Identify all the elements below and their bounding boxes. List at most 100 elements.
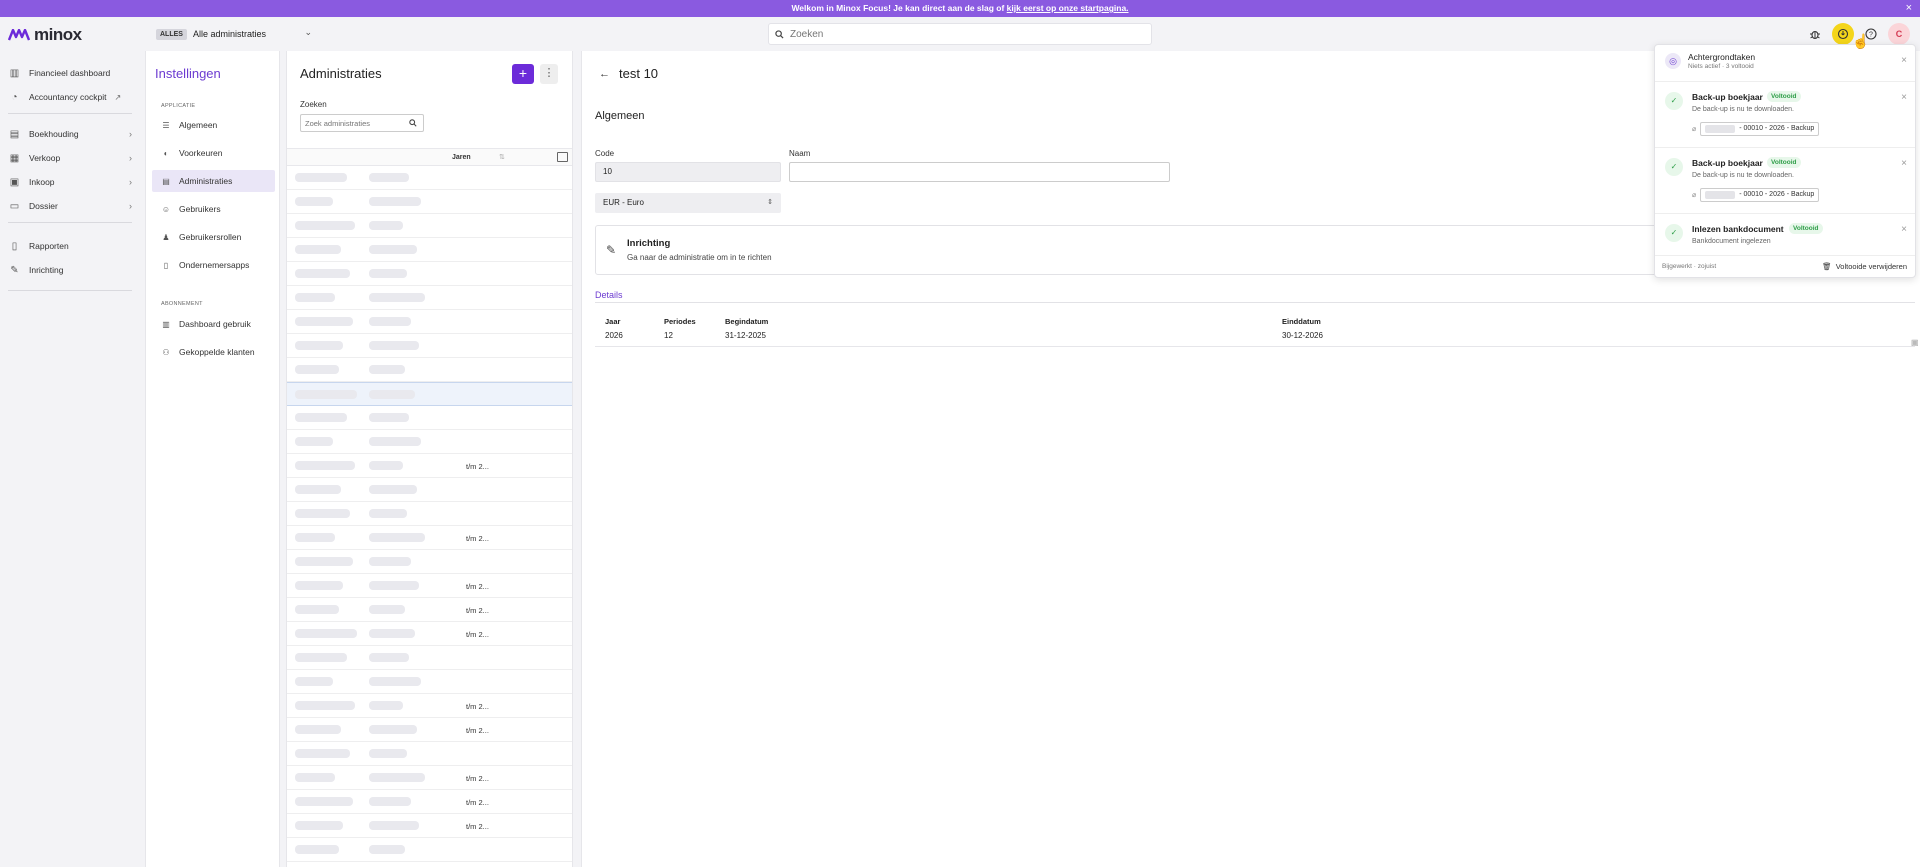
tab-details[interactable]: Details	[595, 290, 623, 300]
download-file-chip[interactable]: - 00010 - 2026 - Backup	[1700, 122, 1820, 136]
table-row[interactable]	[287, 478, 572, 502]
app-logo[interactable]: minox	[8, 25, 82, 45]
settings-item-voorkeuren[interactable]: ◐ Voorkeuren	[152, 142, 275, 164]
administration-years: t/m 2...	[466, 534, 489, 543]
column-header-jaren[interactable]: Jaren	[452, 154, 471, 161]
check-icon: ✓	[1665, 224, 1683, 242]
table-row[interactable]	[287, 502, 572, 526]
settings-item-gekoppelde-klanten[interactable]: ⚇ Gekoppelde klanten	[152, 341, 275, 363]
table-row[interactable]: t/m 2...	[287, 694, 572, 718]
code-label: Code	[595, 149, 615, 158]
add-administration-button[interactable]: +	[512, 64, 534, 84]
detail-title: test 10	[619, 66, 659, 81]
table-row[interactable]: t/m 2...	[287, 526, 572, 550]
table-row[interactable]: t/m 2...	[287, 622, 572, 646]
clear-completed-label: Voltooide verwijderen	[1835, 262, 1907, 271]
settings-item-label: Algemeen	[179, 120, 218, 130]
table-row[interactable]	[287, 646, 572, 670]
nav-item-boekhouding[interactable]: ▤ Boekhouding ›	[8, 126, 132, 142]
banner-link[interactable]: kijk eerst op onze startpagina.	[1007, 3, 1129, 13]
cart-icon: ▣	[9, 176, 20, 188]
table-row[interactable]	[287, 190, 572, 214]
background-tasks-icon[interactable]	[1832, 23, 1854, 45]
back-arrow-icon[interactable]: ←	[599, 68, 610, 80]
name-field[interactable]	[789, 162, 1170, 182]
table-row[interactable]	[287, 838, 572, 862]
table-header: Jaren ⇅	[287, 148, 572, 166]
table-row[interactable]: t/m 2...	[287, 574, 572, 598]
nav-item-verkoop[interactable]: ▦ Verkoop ›	[8, 150, 132, 166]
table-row[interactable]	[287, 214, 572, 238]
table-row[interactable]: t/m 2...	[287, 766, 572, 790]
settings-item-label: Administraties	[179, 176, 233, 186]
column-selector-icon[interactable]	[557, 152, 568, 162]
code-field[interactable]: 10	[595, 162, 781, 182]
more-options-button[interactable]: ⋮	[540, 64, 558, 84]
section-label-applicatie: APPLICATIE	[161, 103, 196, 109]
user-avatar[interactable]: C	[1888, 23, 1910, 45]
table-row[interactable]	[287, 238, 572, 262]
table-row[interactable]	[287, 358, 572, 382]
settings-item-algemeen[interactable]: ☰ Algemeen	[152, 114, 275, 136]
nav-item-financieel-dashboard[interactable]: ▥ Financieel dashboard	[8, 65, 132, 81]
settings-item-gebruikersrollen[interactable]: ♟ Gebruikersrollen	[152, 226, 275, 248]
dismiss-task-icon[interactable]: ×	[1901, 158, 1907, 169]
administration-name	[369, 845, 405, 854]
table-row[interactable]	[287, 310, 572, 334]
table-row[interactable]	[287, 382, 572, 406]
table-row[interactable]: t/m 2...	[287, 790, 572, 814]
table-row[interactable]	[287, 334, 572, 358]
nav-item-accountancy-cockpit[interactable]: ◔ Accountancy cockpit ↗	[8, 89, 132, 105]
settings-item-gebruikers[interactable]: ☺ Gebruikers	[152, 198, 275, 220]
nav-item-dossier[interactable]: ▭ Dossier ›	[8, 198, 132, 214]
trash-icon[interactable]: ▥	[1911, 338, 1919, 347]
settings-item-label: Ondernemersapps	[179, 260, 250, 270]
table-row[interactable]	[287, 742, 572, 766]
administration-name	[369, 533, 425, 542]
table-row[interactable]: t/m 2...	[287, 598, 572, 622]
administration-name	[369, 173, 409, 182]
search-input[interactable]	[790, 28, 1130, 40]
banner-close-icon[interactable]: ×	[1906, 0, 1912, 17]
settings-item-ondernemersapps[interactable]: ▯ Ondernemersapps	[152, 254, 275, 276]
nav-item-inrichting[interactable]: ✎ Inrichting	[8, 262, 132, 278]
nav-item-inkoop[interactable]: ▣ Inkoop ›	[8, 174, 132, 190]
close-panel-icon[interactable]: ×	[1901, 55, 1907, 66]
tasks-icon: ◎	[1665, 53, 1681, 69]
administrations-search-input[interactable]	[305, 118, 409, 128]
table-row[interactable]	[287, 262, 572, 286]
administration-years: t/m 2...	[466, 726, 489, 735]
bug-icon[interactable]	[1804, 23, 1826, 45]
dismiss-task-icon[interactable]: ×	[1901, 92, 1907, 103]
table-row[interactable]: t/m 2...	[287, 454, 572, 478]
sort-icon[interactable]: ⇅	[499, 153, 505, 161]
table-row[interactable]	[287, 286, 572, 310]
table-row[interactable]	[287, 550, 572, 574]
table-row[interactable]: t/m 2...	[287, 814, 572, 838]
download-file-chip[interactable]: - 00010 - 2026 - Backup	[1700, 188, 1820, 202]
settings-item-administraties[interactable]: ▤ Administraties	[152, 170, 275, 192]
administration-selector[interactable]: ALLES Alle administraties ⌄	[156, 26, 312, 42]
settings-item-label: Gebruikers	[179, 204, 221, 214]
dismiss-task-icon[interactable]: ×	[1901, 224, 1907, 235]
table-row[interactable]	[287, 862, 572, 867]
settings-item-dashboard-gebruik[interactable]: ▥ Dashboard gebruik	[152, 313, 275, 335]
global-search[interactable]	[768, 23, 1152, 45]
chevron-down-icon: ⌄	[304, 27, 312, 37]
administration-years: t/m 2...	[466, 822, 489, 831]
table-row[interactable]: t/m 2...	[287, 718, 572, 742]
administrations-search[interactable]	[300, 114, 424, 132]
nav-item-rapporten[interactable]: ▯ Rapporten	[8, 238, 132, 254]
table-row[interactable]: 2026 12 31-12-2025 30-12-2026 ▢ ▣ ▥	[595, 323, 1919, 347]
table-row[interactable]	[287, 430, 572, 454]
table-row[interactable]	[287, 670, 572, 694]
search-icon	[409, 119, 417, 127]
search-label: Zoeken	[300, 100, 327, 109]
currency-select[interactable]: EUR - Euro ⇕	[595, 193, 781, 213]
table-row[interactable]	[287, 406, 572, 430]
administration-code	[295, 197, 333, 206]
nav-item-label: Dossier	[29, 201, 58, 211]
wrench-icon: ✎	[10, 264, 19, 276]
table-row[interactable]	[287, 166, 572, 190]
clear-completed-button[interactable]: 🗑 Voltooide verwijderen	[1822, 262, 1907, 271]
